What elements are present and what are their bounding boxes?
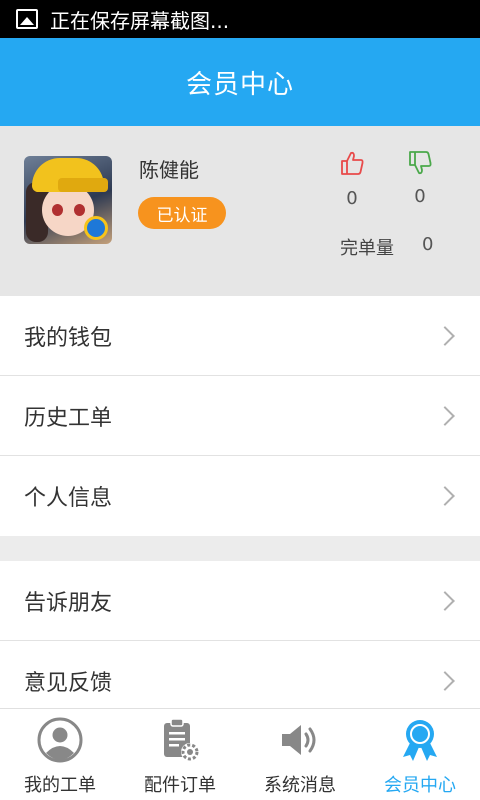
chevron-right-icon [435, 405, 455, 426]
status-text: 正在保存屏幕截图... [50, 8, 230, 33]
dislike-count: 0 [414, 186, 426, 207]
menu-item-share[interactable]: 告诉朋友 [0, 561, 480, 641]
completed-count: 0 [422, 234, 434, 255]
thumbs-down-icon[interactable] [407, 150, 433, 176]
verified-badge: 已认证 [138, 197, 226, 229]
menu-item-label: 个人信息 [24, 486, 113, 511]
menu-group-social: 告诉朋友 意见反馈 [0, 561, 480, 721]
clipboard-gear-icon [164, 718, 199, 761]
tab-member-center[interactable]: 会员中心 [360, 709, 480, 800]
user-name: 陈健能 [139, 158, 199, 182]
image-icon [16, 9, 38, 29]
tab-my-orders[interactable]: 我的工单 [0, 709, 120, 800]
tab-label: 会员中心 [384, 775, 456, 796]
menu-group-account: 我的钱包 历史工单 个人信息 [0, 296, 480, 536]
speaker-icon [282, 725, 316, 755]
page-title: 会员中心 [185, 69, 294, 100]
profile-panel: 陈健能 已认证 0 0 完单量 0 [0, 126, 480, 296]
like-count: 0 [346, 188, 358, 209]
status-bar: 正在保存屏幕截图... [0, 0, 480, 38]
thumbs-up-icon[interactable] [339, 150, 365, 176]
menu-item-label: 告诉朋友 [24, 590, 113, 616]
tab-label: 我的工单 [24, 775, 96, 796]
completed-label: 完单量 [340, 238, 394, 259]
bottom-tab-bar: 我的工单 配件订单 系统消息 会员中心 [0, 708, 480, 800]
menu-item-label: 历史工单 [24, 405, 113, 431]
chevron-right-icon [435, 486, 455, 506]
tab-label: 配件订单 [144, 775, 216, 796]
menu-item-profile-info[interactable]: 个人信息 [0, 456, 480, 536]
tab-system-messages[interactable]: 系统消息 [240, 709, 360, 800]
app-header: 会员中心 [0, 38, 480, 126]
chevron-right-icon [435, 590, 455, 611]
menu-item-label: 我的钱包 [24, 325, 113, 351]
tab-label: 系统消息 [264, 775, 336, 796]
chevron-right-icon [435, 671, 455, 691]
menu-item-label: 意见反馈 [24, 671, 113, 696]
person-icon [37, 717, 83, 763]
chevron-right-icon [435, 325, 455, 346]
ribbon-badge-icon [403, 720, 437, 761]
menu-item-history[interactable]: 历史工单 [0, 376, 480, 456]
tab-parts-orders[interactable]: 配件订单 [120, 709, 240, 800]
avatar[interactable] [24, 156, 112, 244]
menu-item-wallet[interactable]: 我的钱包 [0, 296, 480, 376]
